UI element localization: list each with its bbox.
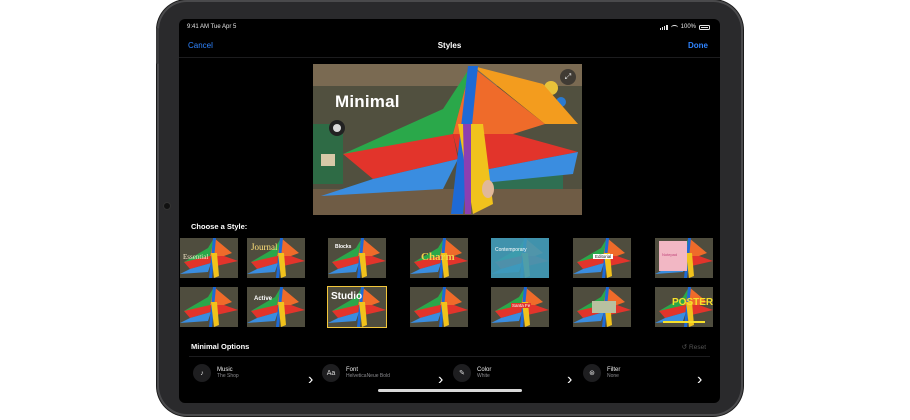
chevron-right-icon: › xyxy=(567,371,573,388)
status-time: 9:41 AM Tue Apr 5 xyxy=(187,24,237,30)
style-tile-label: Contemporary xyxy=(495,247,527,253)
reset-label: Reset xyxy=(689,344,706,351)
style-tile[interactable]: Essential xyxy=(180,238,238,278)
music-option[interactable]: ♪ Music The Shop xyxy=(193,361,239,385)
color-value: White xyxy=(477,372,490,379)
nav-divider xyxy=(179,57,720,58)
chevron-right-icon: › xyxy=(697,371,703,388)
style-tile[interactable]: Active xyxy=(247,287,305,327)
choose-style-heading: Choose a Style: xyxy=(191,222,248,231)
color-option[interactable]: ✎ Color White xyxy=(453,361,491,385)
filter-option[interactable]: ⊛ Filter None xyxy=(583,361,620,385)
style-tile-label: Blocks xyxy=(335,244,352,250)
music-value: The Shop xyxy=(217,372,239,379)
style-tile[interactable]: Contemporary xyxy=(491,238,549,278)
nav-bar: Cancel Styles Done xyxy=(179,35,720,57)
style-tile-label: Essential xyxy=(183,253,209,261)
kite-scene xyxy=(313,64,582,215)
font-option[interactable]: Aa Font HelveticaNeue Bold xyxy=(322,361,390,385)
status-bar: 9:41 AM Tue Apr 5 100% xyxy=(179,19,720,35)
screen: 9:41 AM Tue Apr 5 100% Cancel Styles Don… xyxy=(179,19,720,403)
music-note-icon: ♪ xyxy=(193,364,211,382)
style-tile[interactable]: Notepad xyxy=(655,238,713,278)
video-preview[interactable]: Minimal ⤢ xyxy=(313,64,582,215)
style-tile-label: Journal xyxy=(251,242,278,252)
style-tile-label: Editorial xyxy=(593,254,614,259)
style-tile-label: Santa Fe xyxy=(511,303,532,308)
style-tile[interactable] xyxy=(180,287,238,327)
style-tile[interactable]: Editorial xyxy=(573,238,631,278)
front-camera xyxy=(163,202,171,210)
battery-percent: 100% xyxy=(680,24,696,30)
style-tile[interactable]: Charm xyxy=(410,238,468,278)
style-tile[interactable]: POSTER xyxy=(655,287,713,327)
style-tile-label: Notepad xyxy=(662,252,678,257)
filter-icon: ⊛ xyxy=(583,364,601,382)
cellular-signal-icon xyxy=(659,24,668,30)
top-button xyxy=(156,28,159,64)
reset-button[interactable]: ↺ Reset xyxy=(682,343,706,351)
done-button[interactable]: Done xyxy=(688,41,708,50)
options-heading: Minimal Options xyxy=(191,342,250,351)
options-divider xyxy=(189,356,710,357)
style-tile[interactable]: Journal xyxy=(247,238,305,278)
expand-icon[interactable]: ⤢ xyxy=(560,69,576,85)
wifi-icon xyxy=(670,24,678,30)
style-tile[interactable]: Studio xyxy=(327,286,387,328)
style-tile-label: Active xyxy=(254,296,273,302)
status-right: 100% xyxy=(659,24,710,30)
font-value: HelveticaNeue Bold xyxy=(346,372,390,379)
eyedropper-icon: ✎ xyxy=(453,364,471,382)
page-title: Styles xyxy=(437,41,462,50)
home-indicator[interactable] xyxy=(378,389,522,392)
chevron-right-icon: › xyxy=(308,371,314,388)
battery-icon xyxy=(699,24,710,30)
style-tile[interactable] xyxy=(410,287,468,327)
style-tile[interactable]: Santa Fe xyxy=(491,287,549,327)
filter-value: None xyxy=(607,372,619,379)
font-icon: Aa xyxy=(322,364,340,382)
style-tile-label: POSTER xyxy=(672,297,713,308)
preview-title: Minimal xyxy=(335,92,400,111)
style-tile[interactable] xyxy=(573,287,631,327)
style-tile[interactable]: Blocks xyxy=(328,238,386,278)
style-tile-label: Charm xyxy=(421,251,455,263)
style-tile-label: Studio xyxy=(331,291,363,302)
